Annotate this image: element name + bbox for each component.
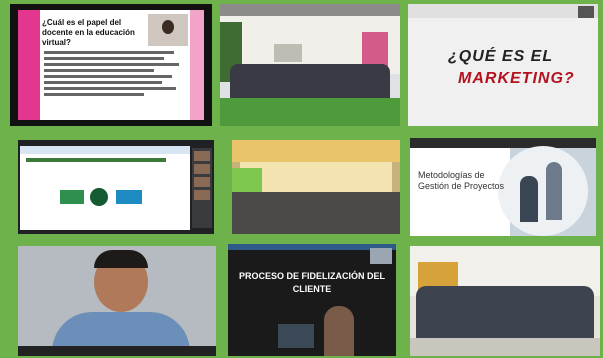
pink-accent-bar-right bbox=[190, 10, 204, 120]
marketing-title-line2: MARKETING? bbox=[458, 70, 575, 87]
lawn bbox=[220, 98, 400, 126]
fidelizacion-title: PROCESO DE FIDELIZACIÓN DEL CLIENTE bbox=[238, 271, 385, 294]
group-of-people bbox=[230, 64, 390, 100]
seated-attendees bbox=[232, 192, 400, 234]
tile-speaker-video bbox=[18, 246, 216, 356]
pink-accent-bar bbox=[18, 10, 40, 120]
slide-body-lines bbox=[44, 48, 184, 99]
slide-question: ¿Cuál es el papel del docente en la educ… bbox=[42, 18, 135, 47]
photo-collage: ¿Cuál es el papel del docente en la educ… bbox=[0, 0, 603, 358]
tile-group-photo-building bbox=[220, 4, 400, 126]
webcam-thumbnail bbox=[578, 6, 594, 18]
group-of-people bbox=[416, 286, 594, 338]
webcam-thumbnail bbox=[370, 248, 392, 264]
tile-group-photo-indoor bbox=[410, 246, 600, 356]
tile-classroom-training bbox=[232, 140, 400, 234]
seal-icon bbox=[90, 188, 108, 206]
slide-canvas: ¿Cuál es el papel del docente en la educ… bbox=[18, 10, 204, 120]
video-controls bbox=[18, 346, 216, 356]
participant-thumbnails bbox=[192, 148, 212, 228]
presenter-webcam bbox=[148, 14, 188, 46]
logo-icon bbox=[60, 190, 84, 204]
shared-screen bbox=[20, 146, 190, 230]
tile-video-conference bbox=[18, 140, 214, 234]
metodologias-title: Metodologías de Gestión de Proyectos bbox=[418, 170, 505, 191]
tile-slide-docente: ¿Cuál es el papel del docente en la educ… bbox=[10, 4, 212, 126]
tile-metodologias-slide: Metodologías de Gestión de Proyectos bbox=[410, 138, 596, 236]
logo-icon bbox=[116, 190, 142, 204]
marketing-title-line1: ¿QUÉ ES EL bbox=[448, 48, 554, 65]
tile-marketing-slide: ¿QUÉ ES EL MARKETING? bbox=[408, 4, 598, 126]
tile-fidelizacion-slide: PROCESO DE FIDELIZACIÓN DEL CLIENTE bbox=[228, 244, 396, 356]
